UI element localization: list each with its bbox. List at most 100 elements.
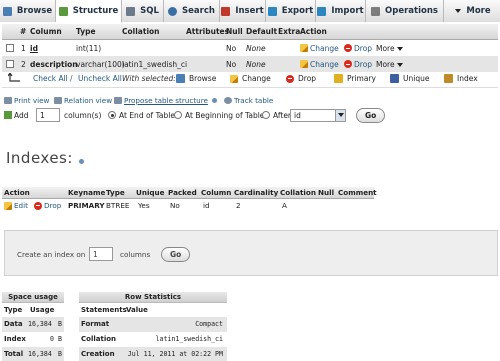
- primary-selected-button[interactable]: Primary: [334, 74, 376, 83]
- column-default: None: [246, 43, 266, 53]
- pencil-icon: [4, 201, 12, 210]
- edit-index-link[interactable]: Edit: [4, 201, 28, 210]
- insert-icon: [221, 6, 231, 16]
- more-dropdown[interactable]: More: [376, 44, 403, 53]
- check-all-link[interactable]: Check All: [33, 74, 68, 83]
- print-view-link[interactable]: Print view: [4, 96, 49, 105]
- more-dropdown[interactable]: More: [376, 60, 403, 69]
- help-icon: [211, 97, 217, 103]
- row-num: 2: [21, 59, 26, 69]
- table-row: Total 16,384 B: [2, 347, 64, 361]
- column-null: No: [226, 43, 237, 53]
- column-name[interactable]: id: [30, 44, 38, 53]
- sql-icon: [126, 6, 136, 16]
- with-selected-bar: Check All / Uncheck All With selected: B…: [2, 70, 498, 88]
- index-icon: [444, 74, 453, 83]
- table-row: 1 id int(11) No None Change Drop More: [2, 40, 498, 56]
- help-icon[interactable]: [78, 159, 84, 164]
- structure-header-row: # Column Type Collation Attributes Null …: [2, 24, 498, 40]
- index-selected-button[interactable]: Index: [444, 74, 478, 83]
- add-label: Add: [4, 107, 29, 123]
- tab-insert[interactable]: Insert: [220, 0, 266, 22]
- tab-sql[interactable]: SQL: [122, 0, 164, 22]
- unique-selected-button[interactable]: Unique: [390, 74, 429, 83]
- table-row: Collation latin1_swedish_ci: [81, 335, 223, 343]
- header-extra: Extra: [278, 27, 301, 36]
- column-type: int(11): [76, 43, 102, 53]
- header-column: Column: [30, 27, 62, 36]
- drop-icon: [34, 201, 42, 210]
- pencil-icon: [300, 44, 308, 52]
- column-default: None: [246, 59, 266, 69]
- export-icon: [267, 6, 277, 16]
- browse-icon: [176, 74, 185, 83]
- drop-icon: [344, 44, 352, 52]
- create-index-panel: Create an index on 1 columns Go: [4, 230, 498, 276]
- chevron-down-icon: [335, 109, 345, 121]
- table-row: Edit Drop PRIMARY BTREE Yes No id 2 A: [2, 200, 374, 212]
- change-link[interactable]: Change: [300, 44, 339, 53]
- tab-export[interactable]: Export: [266, 0, 316, 22]
- column-name[interactable]: description: [30, 60, 78, 69]
- arrow-left-top-icon: [8, 73, 20, 82]
- row-checkbox[interactable]: [6, 44, 14, 54]
- add-column-row: Add 1 column(s) At End of Table At Begin…: [4, 107, 498, 123]
- at-beginning-radio[interactable]: At Beginning of Table: [174, 107, 264, 123]
- drop-icon: [344, 60, 352, 68]
- tab-more[interactable]: More: [444, 0, 500, 22]
- add-icon: [4, 111, 12, 119]
- space-usage-header-row: Type Usage: [2, 303, 64, 317]
- drop-link[interactable]: Drop: [344, 60, 372, 69]
- header-collation: Collation: [122, 27, 160, 36]
- tab-import[interactable]: Import: [316, 0, 366, 22]
- after-column-select[interactable]: id: [290, 107, 346, 123]
- propose-structure-link[interactable]: Propose table structure: [114, 96, 217, 105]
- browse-selected-button[interactable]: Browse: [176, 74, 216, 83]
- add-column-go-button[interactable]: Go: [356, 107, 386, 123]
- indexes-title: Indexes:: [6, 149, 84, 167]
- drop-link[interactable]: Drop: [344, 44, 372, 53]
- column-type: varchar(100): [76, 59, 125, 69]
- change-link[interactable]: Change: [300, 60, 339, 69]
- table-links: Print view Relation view Propose table s…: [4, 94, 498, 106]
- header-num: #: [20, 27, 27, 36]
- row-statistics-table: Row Statistics Statements Value Format C…: [79, 292, 227, 361]
- at-end-radio[interactable]: At End of Table: [108, 107, 175, 123]
- tab-browse[interactable]: Browse: [0, 0, 56, 22]
- change-selected-button[interactable]: Change: [230, 74, 271, 83]
- chevron-down-icon: [455, 9, 462, 13]
- uncheck-all-link[interactable]: Uncheck All: [78, 74, 122, 83]
- space-usage-table: Space usage Type Usage Data 16,384 B Ind…: [2, 292, 64, 361]
- browse-icon: [2, 6, 12, 16]
- propose-icon: [114, 96, 122, 104]
- column-collation: latin1_swedish_ci: [122, 59, 188, 69]
- track-table-link[interactable]: Track table: [224, 96, 273, 105]
- wrench-icon: [371, 6, 381, 16]
- drop-selected-button[interactable]: Drop: [286, 74, 316, 83]
- row-statistics-header-row: Statements Value: [79, 303, 227, 317]
- row-statistics-title: Row Statistics: [79, 292, 227, 303]
- header-type: Type: [76, 27, 96, 36]
- with-selected-label: With selected:: [122, 74, 176, 83]
- after-radio[interactable]: After: [262, 107, 291, 123]
- unique-icon: [390, 74, 399, 83]
- chevron-down-icon: [396, 62, 403, 67]
- header-action: Action: [300, 27, 327, 36]
- tab-search[interactable]: Search: [164, 0, 220, 22]
- print-icon: [4, 96, 12, 104]
- indexes-header-row: Action Keyname Type Unique Packed Column…: [2, 187, 377, 199]
- drop-icon: [286, 74, 294, 83]
- relation-view-link[interactable]: Relation view: [54, 96, 112, 105]
- pencil-icon: [300, 60, 308, 68]
- table-row: Index 0 B: [4, 335, 62, 343]
- add-count-input[interactable]: 1: [36, 107, 60, 123]
- tab-structure[interactable]: Structure: [56, 0, 122, 23]
- create-index-columns-label: columns: [120, 249, 151, 259]
- eye-icon: [224, 96, 232, 104]
- create-index-count-input[interactable]: 1: [89, 247, 113, 261]
- create-index-go-button[interactable]: Go: [161, 246, 191, 262]
- row-checkbox[interactable]: [6, 60, 14, 70]
- drop-index-link[interactable]: Drop: [34, 201, 61, 210]
- row-num: 1: [21, 43, 26, 53]
- tab-operations[interactable]: Operations: [366, 0, 444, 22]
